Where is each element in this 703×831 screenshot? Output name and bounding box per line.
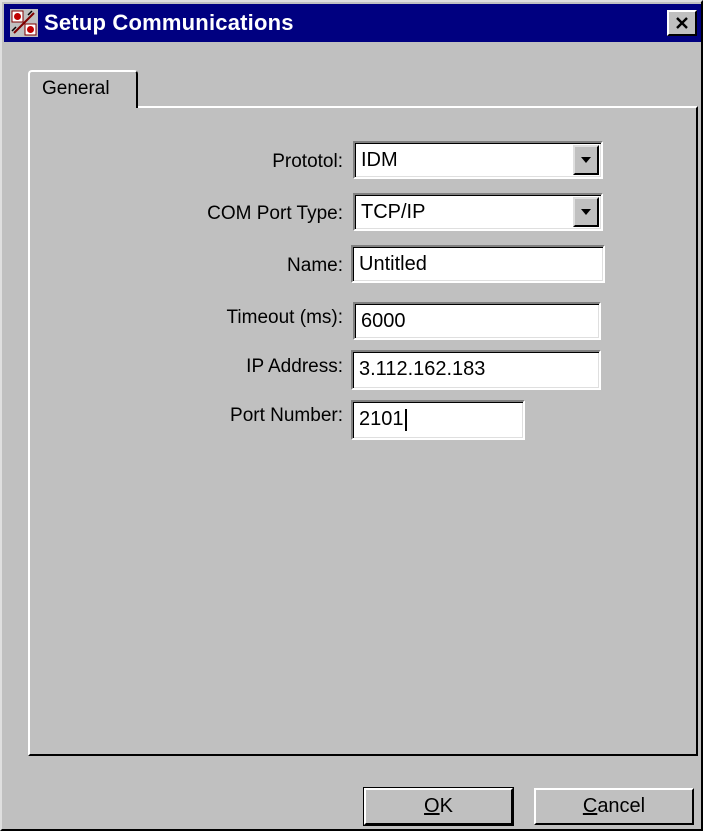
ok-button[interactable]: OK [363,787,514,826]
title-bar[interactable]: Setup Communications [4,4,701,42]
port-number-label: Port Number: [230,405,343,426]
cancel-button[interactable]: Cancel [534,788,694,825]
tab-general-label: General [42,78,110,99]
cancel-button-label: Cancel [582,795,646,817]
name-field[interactable]: Untitled [351,245,605,283]
window-title: Setup Communications [44,10,294,35]
name-value: Untitled [359,253,427,275]
timeout-label: Timeout (ms): [226,307,343,328]
chevron-down-icon [581,157,591,163]
com-port-type-dropdown-button[interactable] [573,197,599,227]
ip-address-label: IP Address: [246,356,343,377]
ip-address-field[interactable]: 3.112.162.183 [351,350,601,390]
timeout-value: 6000 [361,310,406,332]
close-button[interactable] [667,10,697,36]
timeout-field[interactable]: 6000 [353,302,601,340]
close-icon [676,17,688,29]
protocol-label: Prototol: [272,151,343,172]
com-port-type-label: COM Port Type: [207,203,343,224]
port-number-field[interactable]: 2101 [351,400,525,440]
text-caret [404,408,407,431]
name-label: Name: [287,255,343,276]
protocol-select[interactable]: IDM [353,141,603,179]
com-port-type-value: TCP/IP [361,201,426,223]
ok-button-label: OK [424,795,453,817]
protocol-value: IDM [361,149,398,171]
chevron-down-icon [581,209,591,215]
ip-address-value: 3.112.162.183 [359,358,486,380]
setup-communications-dialog: Setup Communications General Prototol: I… [0,0,703,831]
protocol-dropdown-button[interactable] [573,145,599,175]
tab-general[interactable]: General [28,70,138,108]
port-number-value: 2101 [359,408,404,430]
app-icon [10,9,38,37]
com-port-type-select[interactable]: TCP/IP [353,193,603,231]
